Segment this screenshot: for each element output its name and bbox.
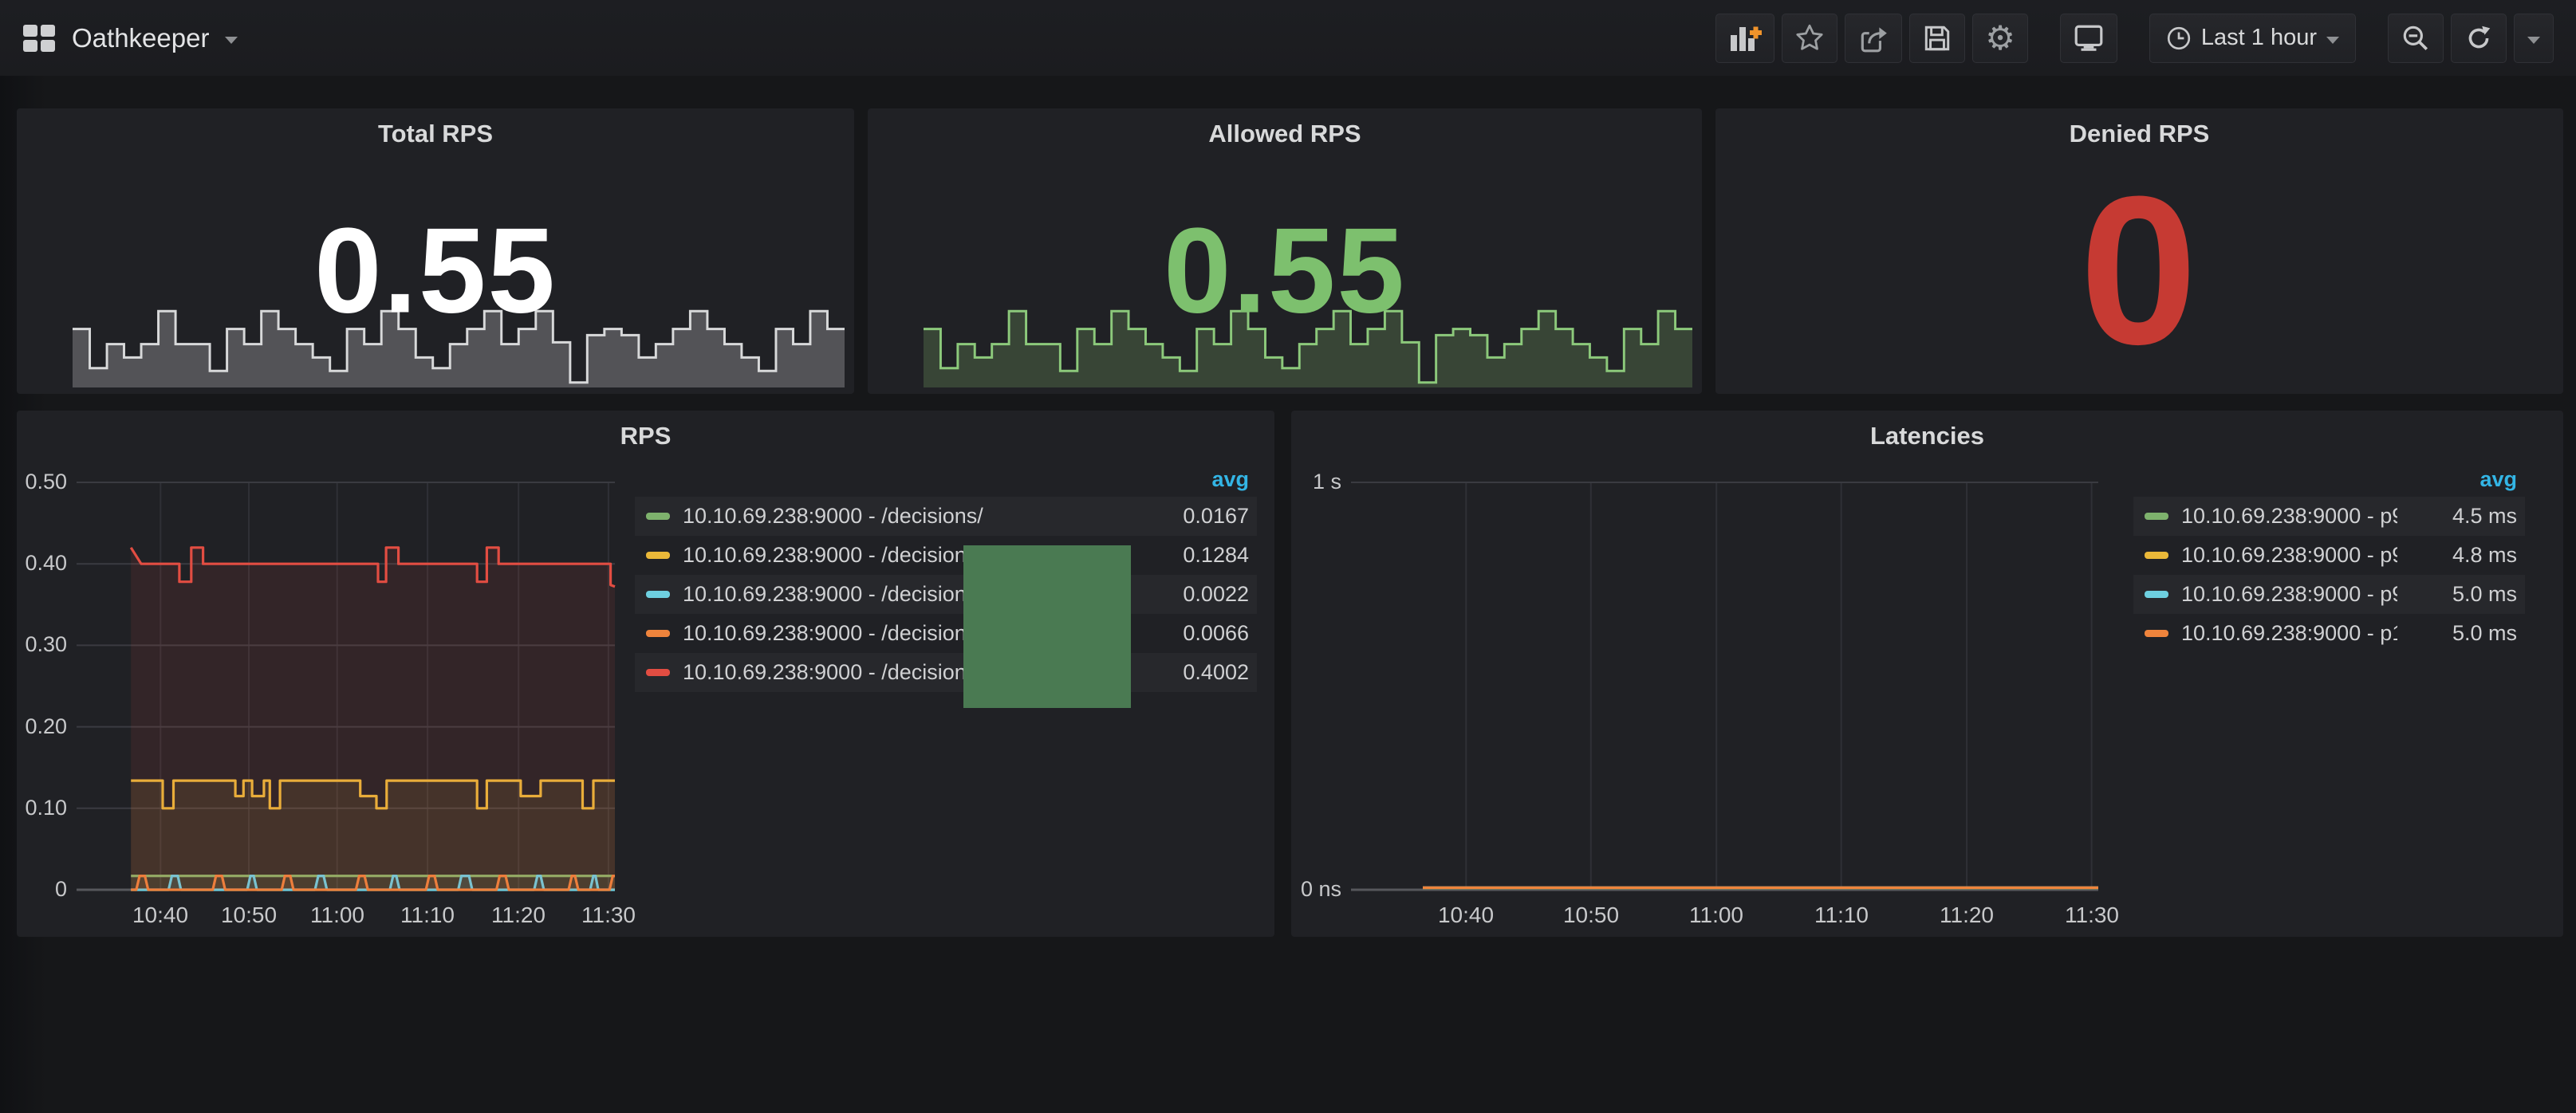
caret-down-icon — [2527, 37, 2540, 44]
dashboard-title-group[interactable]: Oathkeeper — [22, 23, 238, 53]
y-tick-label: 0.10 — [0, 796, 67, 820]
series-avg-value: 0.1284 — [1129, 543, 1249, 568]
series-name: 10.10.69.238:9000 - /decisions/ — [683, 504, 1129, 529]
time-range-label: Last 1 hour — [2201, 25, 2317, 51]
series-avg-value: 4.8 ms — [2397, 543, 2517, 568]
cycle-view-button[interactable] — [2060, 14, 2117, 63]
clock-icon — [2166, 26, 2192, 51]
series-color-swatch[interactable] — [646, 552, 670, 559]
series-avg-value: 0.0066 — [1129, 621, 1249, 646]
chart-legend: avg 10.10.69.238:9000 - /decisions/0.0167… — [635, 462, 1257, 692]
series-avg-value: 4.5 ms — [2397, 504, 2517, 529]
save-icon — [1922, 23, 1952, 53]
panel-title[interactable]: Denied RPS — [1715, 120, 2563, 148]
series-name: 10.10.69.238:9000 - p95 — [2181, 543, 2397, 568]
series-color-swatch[interactable] — [2145, 513, 2168, 520]
legend-row[interactable]: 10.10.69.238:9000 - p954.8 ms — [2133, 536, 2525, 575]
caret-down-icon — [225, 37, 238, 44]
caret-down-icon — [2326, 37, 2339, 44]
y-tick-label: 0 — [0, 877, 67, 902]
legend-avg-header[interactable]: avg — [2479, 467, 2517, 492]
chart-legend: avg10.10.69.238:9000 - p904.5 ms10.10.69… — [2133, 462, 2525, 653]
navbar: Oathkeeper — [0, 0, 2576, 76]
x-tick-label: 11:20 — [1911, 903, 2023, 928]
series-color-swatch[interactable] — [646, 591, 670, 598]
zoom-out-icon — [2401, 23, 2431, 53]
zoom-out-button[interactable] — [2388, 14, 2444, 63]
legend-row[interactable]: 10.10.69.238:9000 - /decisions/0.0167 — [635, 497, 1257, 536]
legend-header-row: avg — [2133, 462, 2525, 497]
x-tick-label: 11:00 — [1660, 903, 1772, 928]
x-tick-label: 10:40 — [1410, 903, 1522, 928]
panel-title[interactable]: Latencies — [1291, 422, 2563, 450]
legend-row[interactable]: 10.10.69.238:9000 - /decisions/0.1284 — [635, 536, 1257, 575]
series-name: 10.10.69.238:9000 - p100 — [2181, 621, 2397, 646]
y-tick-label: 0.20 — [0, 714, 67, 739]
toolbar: ⚙ Last 1 hour — [1715, 14, 2554, 63]
x-tick-label: 10:50 — [1535, 903, 1647, 928]
x-tick-label: 11:10 — [1786, 903, 1897, 928]
stat-value: 0.55 — [868, 202, 1702, 341]
star-icon — [1794, 23, 1825, 53]
y-tick-label: 0.40 — [0, 551, 67, 576]
share-button[interactable] — [1845, 14, 1902, 63]
save-button[interactable] — [1909, 14, 1965, 63]
stat-value: 0.55 — [17, 202, 854, 341]
y-tick-label: 1 s — [1274, 470, 1341, 494]
panel-allowed-rps: Allowed RPS 0.55 — [868, 108, 1702, 394]
series-avg-value: 5.0 ms — [2397, 582, 2517, 607]
series-color-swatch[interactable] — [646, 513, 670, 520]
panel-total-rps: Total RPS 0.55 — [17, 108, 854, 394]
panel-title[interactable]: RPS — [17, 422, 1274, 450]
x-tick-label: 11:30 — [553, 903, 664, 928]
add-panel-button[interactable] — [1715, 14, 1774, 63]
series-name: 10.10.69.238:9000 - p90 — [2181, 504, 2397, 529]
refresh-button[interactable] — [2451, 14, 2507, 63]
series-color-swatch[interactable] — [646, 669, 670, 676]
refresh-icon — [2464, 23, 2494, 53]
series-color-swatch[interactable] — [2145, 630, 2168, 637]
series-color-swatch[interactable] — [646, 630, 670, 637]
star-button[interactable] — [1782, 14, 1837, 63]
series-avg-value: 0.0022 — [1129, 582, 1249, 607]
legend-row[interactable]: 10.10.69.238:9000 - /decisions/0.0066 — [635, 614, 1257, 653]
x-tick-label: 11:30 — [2036, 903, 2148, 928]
legend-row[interactable]: 10.10.69.238:9000 - /decisions/0.0022 — [635, 575, 1257, 614]
tv-monitor-icon — [2073, 23, 2105, 53]
panel-title[interactable]: Total RPS — [17, 120, 854, 148]
time-range-picker[interactable]: Last 1 hour — [2149, 14, 2356, 63]
series-avg-value: 0.4002 — [1129, 660, 1249, 685]
panel-denied-rps: Denied RPS 0 — [1715, 108, 2563, 394]
y-tick-label: 0.50 — [0, 470, 67, 494]
series-color-swatch[interactable] — [2145, 591, 2168, 598]
settings-button[interactable]: ⚙ — [1972, 14, 2028, 63]
legend-row[interactable]: 10.10.69.238:9000 - p995.0 ms — [2133, 575, 2525, 614]
add-panel-icon — [1728, 23, 1762, 53]
share-icon — [1857, 23, 1889, 53]
legend-row[interactable]: 10.10.69.238:9000 - p1005.0 ms — [2133, 614, 2525, 653]
legend-row[interactable]: 10.10.69.238:9000 - p904.5 ms — [2133, 497, 2525, 536]
dashboard-grid-icon — [22, 23, 56, 53]
dashboard-title[interactable]: Oathkeeper — [72, 23, 209, 53]
series-name: 10.10.69.238:9000 - p99 — [2181, 582, 2397, 607]
stat-value: 0 — [1715, 150, 2563, 393]
y-tick-label: 0.30 — [0, 632, 67, 657]
y-tick-label: 0 ns — [1274, 877, 1341, 902]
legend-row[interactable]: 10.10.69.238:9000 - /decisions/0.4002 — [635, 653, 1257, 692]
series-avg-value: 5.0 ms — [2397, 621, 2517, 646]
series-color-swatch[interactable] — [2145, 552, 2168, 559]
panel-title[interactable]: Allowed RPS — [868, 120, 1702, 148]
refresh-interval-dropdown[interactable] — [2514, 14, 2554, 63]
legend-header-row: avg — [635, 462, 1257, 497]
legend-overlay-box — [963, 545, 1131, 708]
series-avg-value: 0.0167 — [1129, 504, 1249, 529]
legend-avg-header[interactable]: avg — [1211, 467, 1249, 492]
gear-icon: ⚙ — [1985, 22, 2015, 55]
panel-latencies-graph: Latencies avg 10.10.69.238:9000 - p904.5 … — [1291, 411, 2563, 937]
